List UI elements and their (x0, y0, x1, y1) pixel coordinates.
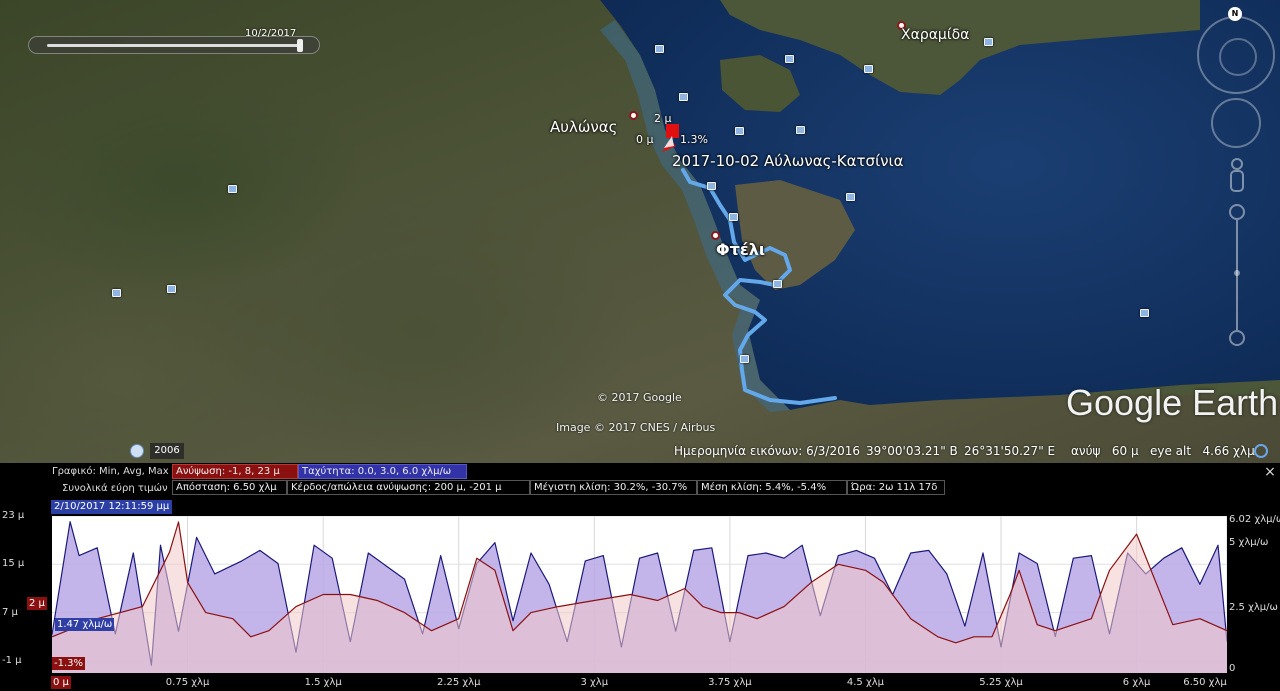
photo-marker[interactable] (1140, 309, 1149, 317)
totals-label: Συνολικά εύρη τιμών (62, 483, 168, 494)
place-pin-fteli[interactable] (711, 231, 720, 240)
elevation-readout: ανύψ 60 μ (1071, 444, 1139, 458)
compass-navigation-ring[interactable] (1197, 16, 1275, 94)
imagery-date: Ημερομηνία εικόνων: 6/3/2016 (674, 444, 860, 458)
y-right-tick-label: 6.02 χλμ/ω (1229, 514, 1280, 525)
x-tick-label: 2.25 χλμ (436, 677, 481, 688)
distance-stat-field[interactable]: Απόσταση: 6.50 χλμ (172, 480, 287, 495)
track-start-grade: 1.3% (680, 133, 708, 146)
speed-stat-field[interactable]: Ταχύτητα: 0.0, 3.0, 6.0 χλμ/ω (298, 464, 467, 479)
graph-label: Γραφικό: Min, Avg, Max (52, 466, 169, 477)
street-view-pegman-icon[interactable] (1228, 158, 1246, 194)
photo-marker[interactable] (785, 55, 794, 63)
photo-marker[interactable] (228, 185, 237, 193)
google-earth-logo: Google Earth (1066, 382, 1279, 423)
status-bar: Ημερομηνία εικόνων: 6/3/2016 39°00'03.21… (0, 441, 1280, 463)
x-tick-label: 3.75 χλμ (708, 677, 752, 688)
photo-marker[interactable] (773, 280, 782, 288)
photo-marker[interactable] (112, 289, 121, 297)
photo-marker[interactable] (740, 355, 749, 363)
elevation-gain-loss-field[interactable]: Κέρδος/απώλεια ανύψωσης: 200 μ, -201 μ (287, 480, 530, 495)
photo-marker[interactable] (655, 45, 664, 53)
y-right-tick-label: 0 (1229, 663, 1236, 674)
track-start-elevation-left: 0 μ (636, 133, 654, 146)
x-tick-label: 1.5 χλμ (304, 677, 342, 688)
imagery-credit: Image © 2017 CNES / Airbus (556, 421, 716, 434)
y-left-tick-label: 23 μ (2, 510, 25, 521)
photo-marker[interactable] (864, 65, 873, 73)
y-right-tick-label: 5 χλμ/ω (1229, 536, 1269, 548)
place-pin-avlonas[interactable] (629, 111, 638, 120)
cursor-timestamp: 2/10/2017 12:11:59 μμ (51, 500, 173, 514)
map-view[interactable]: 10/2/2017 Χαραμίδα Αυλώνας Φτέλι 2 μ 0 μ… (0, 0, 1280, 463)
track-name-label[interactable]: 2017-10-02 Αύλωνας-Κατσίνια (672, 152, 903, 170)
elevation-speed-chart[interactable] (52, 516, 1227, 673)
photo-marker[interactable] (167, 285, 176, 293)
photo-marker[interactable] (707, 182, 716, 190)
zoom-slider[interactable] (1228, 203, 1246, 348)
cursor-distance-tag: 0 μ (51, 676, 71, 689)
cursor-grade-tag: -1.3% (52, 657, 86, 670)
latitude-readout: 39°00'03.21" Β (866, 444, 958, 458)
eye-altitude-readout: eye alt 4.66 χλμ (1150, 444, 1255, 458)
elevation-stat-field[interactable]: Ανύψωση: -1, 8, 23 μ (172, 464, 298, 479)
look-joystick[interactable] (1211, 98, 1261, 148)
place-label-charamida[interactable]: Χαραμίδα (901, 27, 969, 43)
photo-marker[interactable] (729, 213, 738, 221)
x-tick-label: 6.50 χλμ (1183, 677, 1227, 688)
streaming-globe-icon (1254, 444, 1268, 458)
y-left-tick-label: 7 μ (2, 606, 18, 618)
avg-slope-field[interactable]: Μέση κλίση: 5.4%, -5.4% (697, 480, 847, 495)
x-tick-label: 5.25 χλμ (979, 677, 1023, 688)
chart-canvas[interactable] (52, 516, 1227, 673)
place-label-fteli[interactable]: Φτέλι (716, 240, 765, 259)
photo-marker[interactable] (735, 127, 744, 135)
y-left-tick-label: 15 μ (2, 558, 25, 570)
time-slider-thumb[interactable] (297, 39, 303, 52)
place-label-avlonas[interactable]: Αυλώνας (550, 118, 617, 136)
photo-marker[interactable] (679, 93, 688, 101)
north-indicator-icon[interactable]: N (1228, 7, 1242, 21)
longitude-readout: 26°31'50.27" Ε (964, 444, 1056, 458)
x-tick-label: 4.5 χλμ (846, 677, 885, 688)
time-slider-date: 10/2/2017 (245, 28, 297, 39)
photo-marker[interactable] (846, 193, 855, 201)
x-tick-label: 6 χλμ (1122, 677, 1151, 688)
close-icon[interactable]: × (1263, 465, 1277, 479)
x-tick-label: 0.75 χλμ (165, 677, 210, 688)
time-slider-track[interactable] (47, 44, 299, 47)
photo-marker[interactable] (796, 126, 805, 134)
max-slope-field[interactable]: Μέγιστη κλίση: 30.2%, -30.7% (530, 480, 697, 495)
time-stat-field[interactable]: Ώρα: 2ω 11λ 17δ (847, 480, 945, 495)
track-start-flag-icon[interactable] (660, 124, 682, 152)
photo-marker[interactable] (984, 38, 993, 46)
cursor-speed-tag: 1.47 χλμ/ω (55, 618, 115, 631)
y-right-tick-label: 2.5 χλμ/ω (1229, 601, 1278, 613)
cursor-elevation-tag: 2 μ (27, 597, 47, 610)
copyright-text: © 2017 Google (597, 391, 682, 404)
y-left-tick-label: -1 μ (2, 654, 22, 666)
x-tick-label: 3 χλμ (580, 677, 609, 688)
